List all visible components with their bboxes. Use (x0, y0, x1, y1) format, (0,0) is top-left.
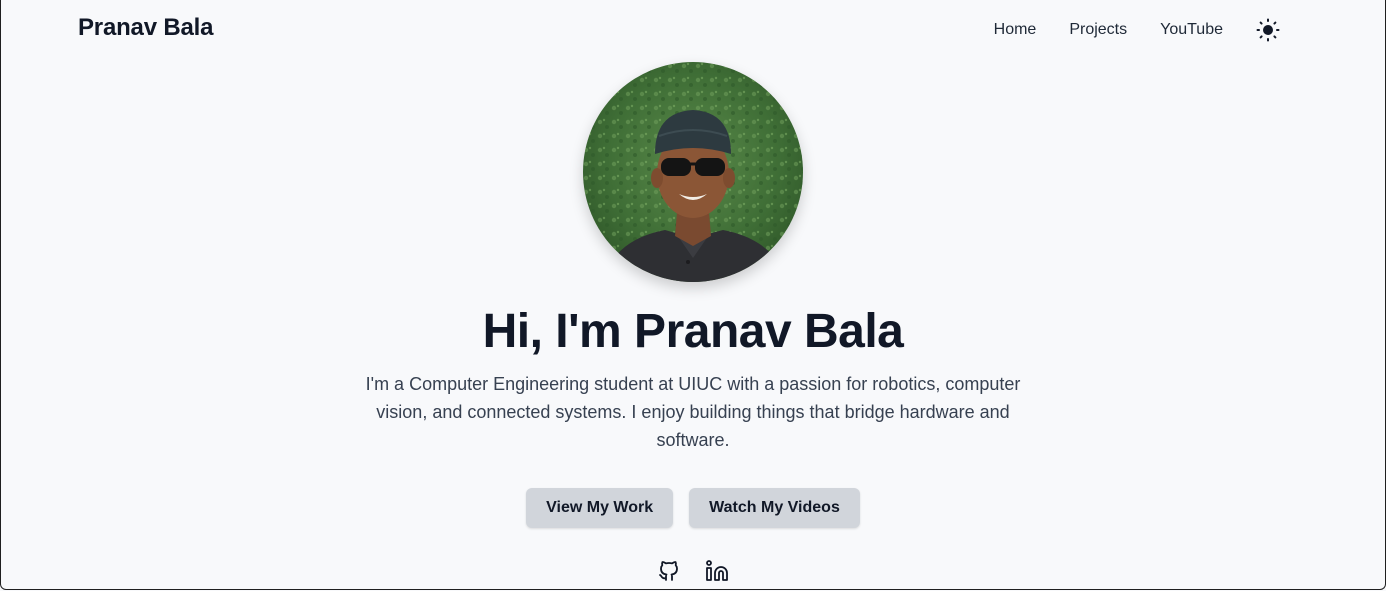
hero-bio: I'm a Computer Engineering student at UI… (365, 374, 1021, 450)
profile-photo-image (583, 62, 803, 282)
sun-icon (1256, 18, 1280, 42)
site-brand[interactable]: Pranav Bala (78, 14, 213, 42)
hero-actions: View My Work Watch My Videos (0, 488, 1386, 528)
view-my-work-button[interactable]: View My Work (526, 488, 674, 528)
top-nav: Pranav Bala Home Projects YouTube (0, 0, 1386, 60)
linkedin-icon (706, 560, 728, 581)
linkedin-link[interactable] (704, 558, 730, 584)
profile-photo (583, 62, 803, 282)
watch-my-videos-button[interactable]: Watch My Videos (689, 488, 860, 528)
social-links (0, 558, 1386, 584)
nav-link-projects[interactable]: Projects (1069, 21, 1127, 39)
nav-link-youtube[interactable]: YouTube (1160, 21, 1223, 39)
nav-link-home[interactable]: Home (994, 21, 1037, 39)
nav-links: Home Projects YouTube (994, 18, 1280, 42)
github-link[interactable] (656, 558, 682, 584)
github-icon (659, 561, 678, 581)
theme-toggle-button[interactable] (1256, 18, 1280, 42)
hero-headline: Hi, I'm Pranav Bala (482, 305, 904, 358)
hero-section: Hi, I'm Pranav Bala I'm a Computer Engin… (0, 62, 1386, 584)
